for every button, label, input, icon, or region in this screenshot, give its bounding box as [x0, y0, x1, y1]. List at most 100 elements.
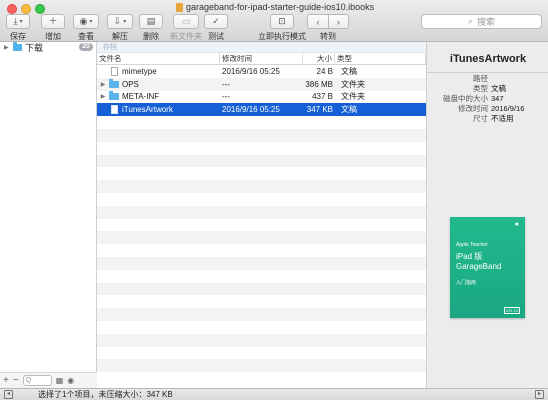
file-name: OPS [122, 79, 139, 89]
extract-tool[interactable]: ⇩ ▾ 解压 [107, 14, 133, 42]
table-row[interactable]: ▶ OPS --- 386 MB 文件夹 [97, 77, 426, 91]
search-field[interactable]: ⌕ 搜索 [421, 14, 542, 29]
empty-row [97, 308, 426, 321]
preview-tag: iOS 10 [503, 307, 520, 314]
inspector-field-value: 不适用 [491, 114, 514, 123]
forward-button[interactable]: › [328, 15, 348, 28]
status-text: 选择了1个项目，未压缩大小：347 KB [38, 390, 173, 399]
file-list: 存档 文件名 修改时间 大小 类型 mimetype 2016/9/16 05:2… [97, 42, 426, 388]
test-tool[interactable]: ✓ 测试 [204, 14, 228, 42]
document-icon [111, 105, 118, 115]
table-row[interactable]: ▶ META-INF --- 437 B 文件夹 [97, 91, 426, 104]
modified-date-cell: --- [222, 79, 230, 89]
empty-row [97, 193, 426, 206]
nav-segmented-control: ‹ › [307, 14, 349, 29]
column-name-header[interactable]: 文件名 [97, 53, 220, 64]
save-tool[interactable]: ⤓ ▾ 保存 [6, 14, 30, 42]
column-kind-header[interactable]: 类型 [335, 53, 426, 64]
folder-icon [13, 42, 22, 51]
add-icon[interactable]: + [3, 375, 9, 386]
folder-icon [109, 91, 119, 101]
new-folder-tool[interactable]: ▭ 新文件夹 [170, 14, 202, 42]
search-placeholder: 搜索 [477, 17, 496, 27]
inspector-fields: 路径 类型 文稿 磁盘中的大小 347 修改时间 2016/9/16 尺寸 不适用 [427, 74, 548, 124]
sidebar-item-downloads[interactable]: ▶ 下载 20 [0, 42, 96, 53]
apple-logo-icon: ● [514, 221, 519, 228]
inspector-field-label: 磁盘中的大小 [443, 94, 488, 103]
sidebar-filter-input[interactable]: Q [22, 375, 52, 386]
add-tool[interactable]: ＋ 增加 [41, 14, 65, 42]
eye-icon[interactable]: ◉ [67, 376, 74, 385]
sidebar-item-label: 下载 [25, 43, 44, 53]
delete-button[interactable]: ▤ [139, 14, 163, 29]
close-window-button[interactable] [7, 4, 17, 14]
file-name: mimetype [122, 66, 157, 76]
size-cell: 24 B [316, 66, 333, 76]
disclosure-triangle-icon[interactable]: ▶ [4, 44, 13, 51]
empty-row [97, 167, 426, 180]
empty-row [97, 372, 426, 385]
file-rows: mimetype 2016/9/16 05:25 24 B 文稿 ▶ OPS --- 386 … [97, 65, 426, 385]
column-date-header[interactable]: 修改时间 [220, 53, 303, 64]
empty-row [97, 128, 426, 142]
document-icon [176, 2, 183, 12]
kind-cell: 文件夹 [341, 79, 365, 89]
inspector-field-label: 尺寸 [473, 114, 488, 123]
back-button[interactable]: ‹ [308, 15, 328, 28]
toggle-sidebar-icon[interactable]: ◂ [4, 390, 13, 399]
empty-row [97, 116, 426, 129]
table-row[interactable]: iTunesArtwork 2016/9/16 05:25 347 KB 文稿 [97, 103, 426, 117]
instant-mode-button[interactable]: ⊡ [270, 14, 294, 29]
column-size-header[interactable]: 大小 [303, 53, 335, 64]
table-row[interactable]: mimetype 2016/9/16 05:25 24 B 文稿 [97, 65, 426, 78]
inspector-field-value: 347 [491, 94, 504, 103]
inspector-field-label: 类型 [473, 84, 488, 93]
delete-tool[interactable]: ▤ 删除 [139, 14, 163, 42]
inspector-field-value: 文稿 [491, 84, 506, 93]
new-folder-button[interactable]: ▭ [173, 14, 199, 29]
file-name: iTunesArtwork [122, 105, 173, 115]
kind-cell: 文件夹 [341, 92, 365, 102]
inspector-panel: iTunesArtwork 路径 类型 文稿 磁盘中的大小 347 修改时间 2016/9/… [426, 42, 548, 388]
chevron-down-icon: ▾ [89, 19, 93, 25]
empty-row [97, 205, 426, 219]
toolbar: garageband-for-ipad-starter-guide-ios10.… [0, 0, 548, 42]
sidebar: ▶ 下载 20 [0, 42, 97, 388]
item-count-badge: 20 [79, 43, 93, 51]
file-name-cell: mimetype [97, 66, 220, 76]
zoom-window-button[interactable] [35, 4, 45, 14]
size-cell: 347 KB [306, 105, 333, 115]
add-icon: ＋ [48, 16, 58, 26]
inspector-field: 类型 文稿 [427, 84, 548, 94]
disclosure-triangle-icon[interactable]: ▶ [99, 93, 107, 100]
disclosure-triangle-icon[interactable]: ▶ [99, 81, 107, 88]
checkmark-icon: ✓ [212, 16, 220, 26]
eye-icon: ◉ [79, 16, 88, 26]
toggle-inspector-icon[interactable]: ▸ [535, 390, 544, 399]
file-name-cell: ▶ OPS [97, 78, 220, 89]
empty-row [97, 154, 426, 168]
preview-subtitle: 入门指南 [456, 280, 477, 286]
empty-row [97, 270, 426, 283]
test-button[interactable]: ✓ [204, 14, 228, 29]
view-button[interactable]: ◉ ▾ [73, 14, 99, 29]
remove-icon[interactable]: − [13, 375, 19, 386]
file-name-cell: ▶ META-INF [97, 91, 220, 101]
empty-row [97, 219, 426, 232]
modified-date-cell: --- [222, 92, 230, 102]
archive-path-bar: 存档 [97, 42, 426, 53]
file-name-cell: iTunesArtwork [97, 105, 220, 115]
document-icon [111, 66, 118, 76]
inspector-field-label: 路径 [473, 74, 488, 83]
add-button[interactable]: ＋ [41, 14, 65, 29]
chevron-down-icon: ▾ [19, 19, 23, 25]
artwork-preview: ● Apple Teacher iPad 版 GarageBand 入门指南 i… [450, 217, 525, 318]
minimize-window-button[interactable] [21, 4, 31, 14]
view-tool[interactable]: ◉ ▾ 查看 [73, 14, 99, 42]
inspector-field: 路径 [427, 74, 548, 84]
save-button[interactable]: ⤓ ▾ [6, 14, 30, 29]
extract-button[interactable]: ⇩ ▾ [107, 14, 133, 29]
instant-mode-tool[interactable]: ⊡ 立即执行模式 [258, 14, 306, 42]
list-options-icon[interactable]: ▦ [56, 376, 64, 385]
inspector-title: iTunesArtwork [449, 53, 527, 65]
